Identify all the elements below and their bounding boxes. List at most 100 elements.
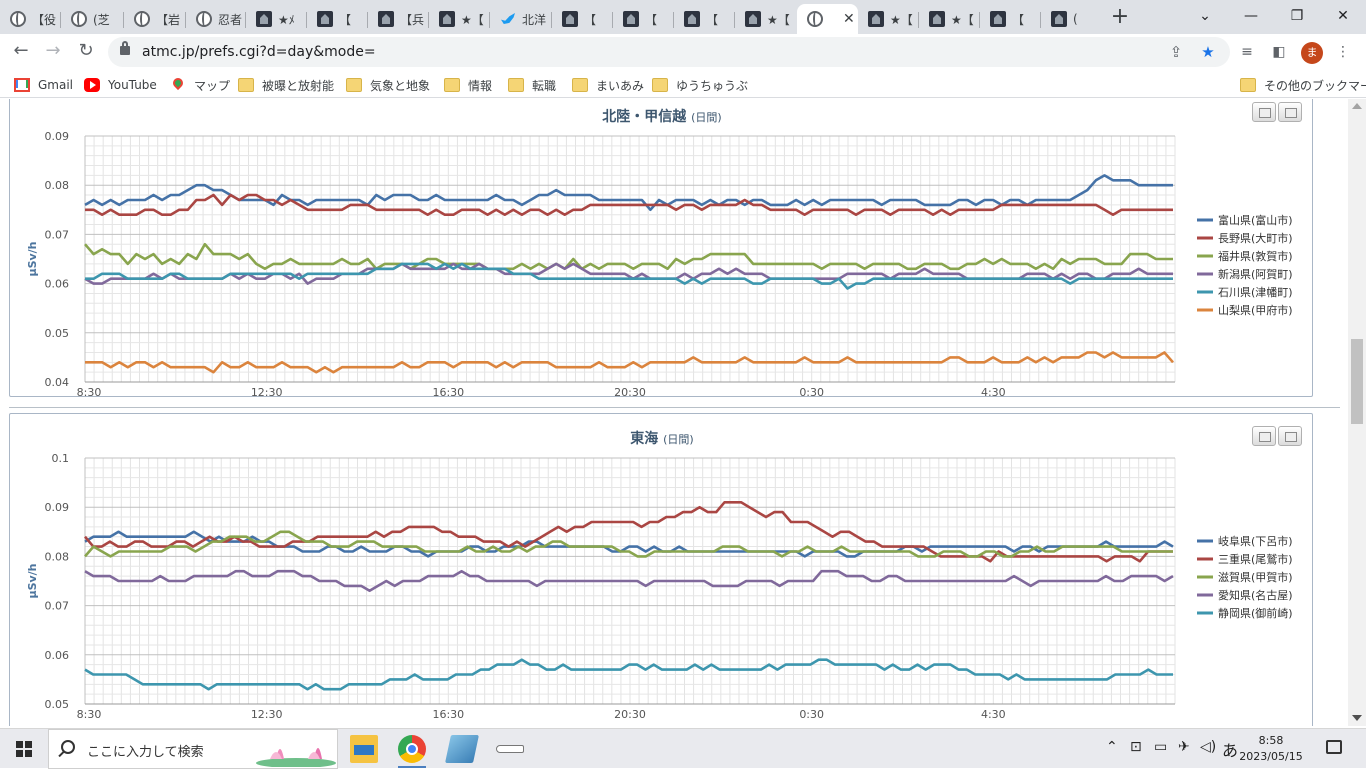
- bookmark-item[interactable]: 情報: [444, 76, 492, 94]
- tab-title: (芝: [93, 12, 110, 27]
- notification-icon[interactable]: [1326, 740, 1342, 754]
- x-tick-label: 20:30: [614, 386, 646, 398]
- chevron-up-icon[interactable]: ⌃: [1106, 739, 1118, 755]
- bookmark-item[interactable]: ゆうちゅうぶ: [652, 76, 748, 94]
- browser-tab[interactable]: 忍者: [186, 4, 244, 34]
- folder-icon: [346, 78, 362, 92]
- url-text[interactable]: atmc.jp/prefs.cgi?d=day&mode=: [142, 44, 376, 60]
- address-bar[interactable]: atmc.jp/prefs.cgi?d=day&mode= ⇪ ★: [108, 37, 1230, 67]
- browser-tab[interactable]: 【役: [0, 4, 58, 34]
- vertical-scrollbar[interactable]: [1348, 99, 1366, 726]
- tab-separator: [367, 12, 368, 28]
- x-tick-label: 0:30: [799, 386, 824, 398]
- browser-tab[interactable]: (: [1041, 4, 1099, 34]
- tab-separator: [673, 12, 674, 28]
- airplane-app-icon[interactable]: [496, 735, 524, 763]
- blog-icon: [256, 11, 272, 27]
- x-tick-label: 0:30: [799, 708, 824, 721]
- bookmark-item[interactable]: 被曝と放射能: [238, 76, 334, 94]
- y-tick-label: 0.06: [45, 649, 70, 662]
- browser-tab[interactable]: 北洋: [490, 4, 548, 34]
- legend-label: 石川県(津幡町): [1218, 285, 1293, 299]
- scroll-down-arrow[interactable]: [1352, 715, 1362, 721]
- globe-icon: [71, 11, 87, 27]
- bookmark-item[interactable]: YouTube: [84, 76, 157, 94]
- restore-button[interactable]: ❐: [1274, 4, 1320, 30]
- network-icon[interactable]: ⊡: [1130, 739, 1142, 755]
- y-tick-label: 0.07: [45, 600, 70, 613]
- legend-label: 富山県(富山市): [1218, 213, 1293, 227]
- tab-title: 【: [706, 12, 719, 27]
- window-close-button[interactable]: ✕: [1320, 4, 1366, 30]
- bookmark-item[interactable]: マップ: [170, 76, 230, 94]
- browser-tab[interactable]: ✕: [797, 4, 858, 34]
- tab-title: 【: [645, 12, 658, 27]
- system-clock[interactable]: 8:58 2023/05/15: [1236, 733, 1306, 765]
- browser-tab[interactable]: (芝: [61, 4, 119, 34]
- globe-icon: [196, 11, 212, 27]
- browser-tab[interactable]: 【: [980, 4, 1038, 34]
- browser-tab[interactable]: 【岩: [124, 4, 182, 34]
- reload-button[interactable]: ↻: [74, 40, 98, 64]
- windows-start-icon[interactable]: [16, 741, 32, 757]
- back-button[interactable]: ←: [9, 40, 33, 64]
- tab-title: ★【: [890, 12, 913, 27]
- bookmark-item[interactable]: Gmail: [14, 76, 73, 94]
- browser-tab[interactable]: 【兵: [368, 4, 426, 34]
- x-tick-label: 20:30: [614, 708, 646, 721]
- tab-separator: [60, 12, 61, 28]
- legend-label: 福井県(敦賀市): [1218, 249, 1293, 263]
- menu-icon[interactable]: ⋮: [1332, 42, 1354, 64]
- browser-tab[interactable]: 【: [674, 4, 732, 34]
- maps-icon: [170, 78, 186, 92]
- browser-tab[interactable]: ★【: [735, 4, 793, 34]
- forward-button[interactable]: →: [41, 40, 65, 64]
- volume-icon[interactable]: ◁): [1200, 739, 1216, 755]
- y-tick-label: 0.1: [52, 452, 70, 465]
- tab-close-icon[interactable]: ✕: [843, 11, 855, 27]
- tab-separator: [551, 12, 552, 28]
- browser-tab[interactable]: ★【: [919, 4, 977, 34]
- chrome-icon[interactable]: [398, 735, 426, 763]
- tab-search-button[interactable]: ⌄: [1182, 4, 1228, 30]
- browser-tab[interactable]: ★【: [858, 4, 916, 34]
- tab-title: ★【: [461, 12, 484, 27]
- folder-icon: [652, 78, 668, 92]
- minimize-button[interactable]: —: [1228, 4, 1274, 30]
- bookmark-star-icon[interactable]: ★: [1198, 42, 1218, 62]
- tab-separator: [1040, 12, 1041, 28]
- file-explorer-icon[interactable]: [350, 735, 378, 763]
- tab-separator: [612, 12, 613, 28]
- share-icon[interactable]: ⇪: [1166, 42, 1186, 62]
- browser-tab[interactable]: 【: [613, 4, 671, 34]
- tab-separator: [123, 12, 124, 28]
- grid: [84, 135, 1176, 383]
- tablet-app-icon[interactable]: [445, 735, 479, 763]
- x-tick-label: 4:30: [981, 708, 1006, 721]
- bookmark-other[interactable]: その他のブックマーク: [1240, 76, 1366, 94]
- x-tick-label: 8:30: [77, 708, 102, 721]
- bookmark-item[interactable]: 気象と地象: [346, 76, 430, 94]
- scrollbar-thumb[interactable]: [1351, 339, 1363, 424]
- new-tab-button[interactable]: +: [1108, 6, 1132, 30]
- lock-icon[interactable]: [120, 41, 130, 55]
- y-tick-label: 0.06: [45, 278, 70, 291]
- airplane-mode-icon[interactable]: ✈: [1178, 739, 1190, 755]
- bookmark-label: YouTube: [108, 78, 157, 92]
- browser-tab[interactable]: ★ﾒ: [246, 4, 304, 34]
- browser-tab[interactable]: ★【: [429, 4, 487, 34]
- bookmarks-bar: Gmail YouTube マップ 被曝と放射能 気象と地象 情報 転職 まいあみ ゆうちゅうぶ…: [0, 70, 1366, 98]
- legend-label: 長野県(大町市): [1218, 231, 1293, 245]
- browser-tab[interactable]: 【: [307, 4, 365, 34]
- side-panel-icon[interactable]: ◧: [1268, 42, 1290, 64]
- folder-icon: [444, 78, 460, 92]
- profile-avatar[interactable]: ま: [1301, 42, 1323, 64]
- browser-toolbar: ← → ↻ atmc.jp/prefs.cgi?d=day&mode= ⇪ ★ …: [0, 34, 1366, 70]
- y-tick-label: 0.09: [45, 501, 70, 514]
- scroll-up-arrow[interactable]: [1352, 103, 1362, 109]
- reading-list-icon[interactable]: ≡: [1236, 42, 1258, 64]
- bookmark-item[interactable]: まいあみ: [572, 76, 644, 94]
- browser-tab[interactable]: 【: [552, 4, 610, 34]
- bookmark-item[interactable]: 転職: [508, 76, 556, 94]
- battery-icon[interactable]: ▭: [1154, 739, 1167, 755]
